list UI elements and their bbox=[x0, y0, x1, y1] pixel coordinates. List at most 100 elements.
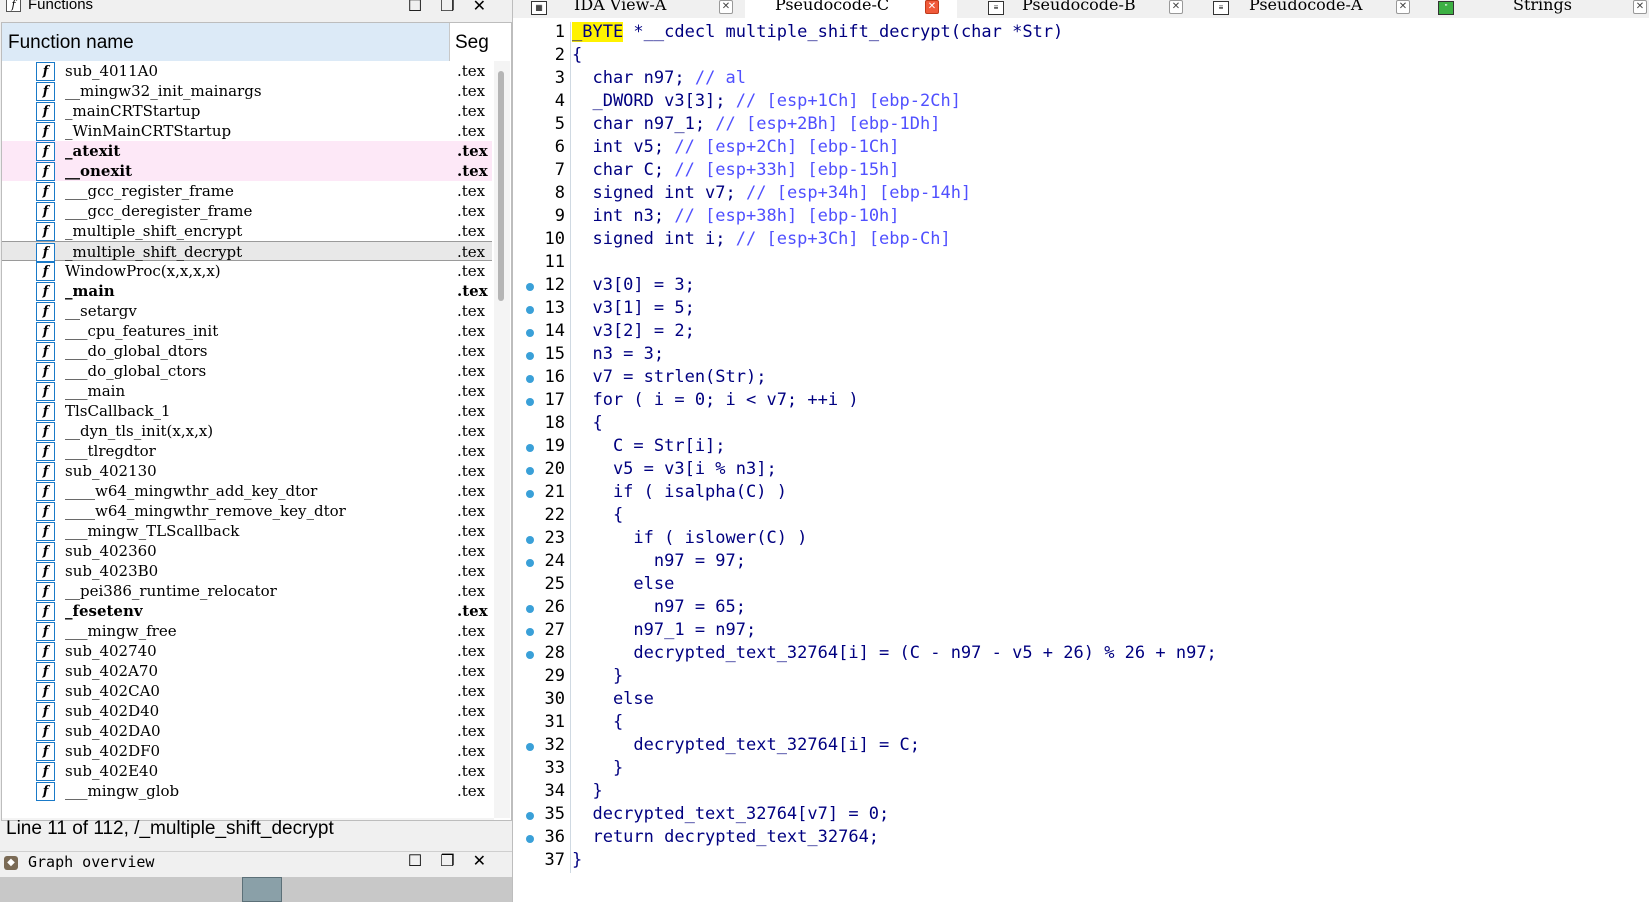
code-line[interactable]: 16 v7 = strlen(Str); bbox=[513, 367, 1649, 390]
close-icon[interactable]: ✕ bbox=[925, 0, 939, 14]
code-line[interactable]: 29 } bbox=[513, 666, 1649, 689]
function-row[interactable]: f _atexit .tex bbox=[2, 141, 492, 161]
function-row[interactable]: f ___tlregdtor .tex bbox=[2, 441, 492, 461]
code-line[interactable]: 23 if ( islower(C) ) bbox=[513, 528, 1649, 551]
function-row[interactable]: f _WinMainCRTStartup .tex bbox=[2, 121, 492, 141]
function-row[interactable]: f ___main .tex bbox=[2, 381, 492, 401]
function-row[interactable]: f ___mingw_glob .tex bbox=[2, 781, 492, 801]
graph-window-buttons[interactable]: ☐❐✕ bbox=[408, 851, 504, 871]
function-row[interactable]: f ___mingw_free .tex bbox=[2, 621, 492, 641]
code-line[interactable]: 2{ bbox=[513, 45, 1649, 68]
function-row[interactable]: f _mainCRTStartup .tex bbox=[2, 101, 492, 121]
code-line[interactable]: 11 bbox=[513, 252, 1649, 275]
code-line[interactable]: 34 } bbox=[513, 781, 1649, 804]
code-line[interactable]: 4 _DWORD v3[3]; // [esp+1Ch] [ebp-2Ch] bbox=[513, 91, 1649, 114]
code-line[interactable]: 22 { bbox=[513, 505, 1649, 528]
code-line[interactable]: 1 _BYTE *__cdecl multiple_shift_decrypt(c… bbox=[513, 22, 1649, 45]
pseudocode-editor[interactable]: 1 _BYTE *__cdecl multiple_shift_decrypt(c… bbox=[513, 22, 1649, 873]
code-line[interactable]: 17 for ( i = 0; i < v7; ++i ) bbox=[513, 390, 1649, 413]
functions-list[interactable]: Function name Seg f sub_4011A0 .tex f __ming… bbox=[1, 22, 512, 821]
graph-viewport-rect[interactable] bbox=[242, 877, 282, 902]
function-row[interactable]: f sub_402360 .tex bbox=[2, 541, 492, 561]
function-row[interactable]: f sub_402130 .tex bbox=[2, 461, 492, 481]
close-icon[interactable]: ✕ bbox=[1633, 0, 1647, 14]
column-header-segment[interactable]: Seg bbox=[455, 32, 489, 54]
function-row[interactable]: f ____w64_mingwthr_remove_key_dtor .tex bbox=[2, 501, 492, 521]
function-row[interactable]: f __pei386_runtime_relocator .tex bbox=[2, 581, 492, 601]
code-line[interactable]: 30 else bbox=[513, 689, 1649, 712]
function-row[interactable]: f ___gcc_register_frame .tex bbox=[2, 181, 492, 201]
tab-pseudocode-c[interactable]: Pseudocode-C ✕ bbox=[745, 0, 957, 18]
code-line[interactable]: 18 { bbox=[513, 413, 1649, 436]
close-icon[interactable]: ✕ bbox=[1396, 0, 1410, 14]
code-line[interactable]: 26 n97 = 65; bbox=[513, 597, 1649, 620]
code-line[interactable]: 21 if ( isalpha(C) ) bbox=[513, 482, 1649, 505]
function-row[interactable]: f _main .tex bbox=[2, 281, 492, 301]
code-line[interactable]: 10 signed int i; // [esp+3Ch] [ebp-Ch] bbox=[513, 229, 1649, 252]
code-line[interactable]: 35 decrypted_text_32764[v7] = 0; bbox=[513, 804, 1649, 827]
code-line[interactable]: 6 int v5; // [esp+2Ch] [ebp-1Ch] bbox=[513, 137, 1649, 160]
function-row[interactable]: f ___gcc_deregister_frame .tex bbox=[2, 201, 492, 221]
maximize-icon[interactable]: ☐ bbox=[408, 0, 440, 15]
function-row[interactable]: f _multiple_shift_decrypt .tex bbox=[2, 241, 492, 262]
code-line[interactable]: 19 C = Str[i]; bbox=[513, 436, 1649, 459]
code-line[interactable]: 37} bbox=[513, 850, 1649, 873]
tab-pseudocode-b[interactable]: ≡ Pseudocode-B ✕ bbox=[988, 0, 1188, 18]
function-row[interactable]: f ___mingw_TLScallback .tex bbox=[2, 521, 492, 541]
function-row[interactable]: f sub_402A70 .tex bbox=[2, 661, 492, 681]
code-line[interactable]: 14 v3[2] = 2; bbox=[513, 321, 1649, 344]
function-row[interactable]: f __setargv .tex bbox=[2, 301, 492, 321]
code-line[interactable]: 9 int n3; // [esp+38h] [ebp-10h] bbox=[513, 206, 1649, 229]
function-row[interactable]: f __mingw32_init_mainargs .tex bbox=[2, 81, 492, 101]
code-line[interactable]: 3 char n97; // al bbox=[513, 68, 1649, 91]
code-line[interactable]: 28 decrypted_text_32764[i] = (C - n97 - … bbox=[513, 643, 1649, 666]
code-line[interactable]: 32 decrypted_text_32764[i] = C; bbox=[513, 735, 1649, 758]
functions-window-buttons[interactable]: ☐❐✕ bbox=[408, 0, 504, 16]
graph-overview-canvas[interactable] bbox=[0, 877, 512, 902]
code-line[interactable]: 13 v3[1] = 5; bbox=[513, 298, 1649, 321]
tab-pseudocode-a[interactable]: ≡ Pseudocode-A ✕ bbox=[1213, 0, 1413, 18]
restore-icon[interactable]: ❐ bbox=[440, 853, 472, 870]
close-icon[interactable]: ✕ bbox=[473, 0, 504, 15]
code-line[interactable]: 33 } bbox=[513, 758, 1649, 781]
maximize-icon[interactable]: ☐ bbox=[408, 853, 440, 870]
function-row[interactable]: f TlsCallback_1 .tex bbox=[2, 401, 492, 421]
function-row[interactable]: f __onexit .tex bbox=[2, 161, 492, 181]
code-line[interactable]: 7 char C; // [esp+33h] [ebp-15h] bbox=[513, 160, 1649, 183]
function-row[interactable]: f ____w64_mingwthr_add_key_dtor .tex bbox=[2, 481, 492, 501]
function-row[interactable]: f sub_4023B0 .tex bbox=[2, 561, 492, 581]
function-row[interactable]: f sub_402E40 .tex bbox=[2, 761, 492, 781]
close-icon[interactable]: ✕ bbox=[719, 0, 733, 14]
function-row[interactable]: f sub_402DF0 .tex bbox=[2, 741, 492, 761]
code-line[interactable]: 20 v5 = v3[i % n3]; bbox=[513, 459, 1649, 482]
code-line[interactable]: 12 v3[0] = 3; bbox=[513, 275, 1649, 298]
restore-icon[interactable]: ❐ bbox=[440, 0, 472, 15]
function-row[interactable]: f sub_4011A0 .tex bbox=[2, 61, 492, 81]
code-line[interactable]: 27 n97_1 = n97; bbox=[513, 620, 1649, 643]
function-row[interactable]: f _fesetenv .tex bbox=[2, 601, 492, 621]
function-row[interactable]: f sub_402CA0 .tex bbox=[2, 681, 492, 701]
function-row[interactable]: f sub_402DA0 .tex bbox=[2, 721, 492, 741]
close-icon[interactable]: ✕ bbox=[1169, 0, 1183, 14]
scrollbar-thumb[interactable] bbox=[498, 71, 504, 301]
code-line[interactable]: 5 char n97_1; // [esp+2Bh] [ebp-1Dh] bbox=[513, 114, 1649, 137]
close-icon[interactable]: ✕ bbox=[473, 853, 504, 870]
function-row[interactable]: f ___cpu_features_init .tex bbox=[2, 321, 492, 341]
function-row[interactable]: f ___do_global_dtors .tex bbox=[2, 341, 492, 361]
function-row[interactable]: f sub_402740 .tex bbox=[2, 641, 492, 661]
function-row[interactable]: f WindowProc(x,x,x,x) .tex bbox=[2, 261, 492, 281]
code-line[interactable]: 15 n3 = 3; bbox=[513, 344, 1649, 367]
code-line[interactable]: 31 { bbox=[513, 712, 1649, 735]
function-row[interactable]: f _multiple_shift_encrypt .tex bbox=[2, 221, 492, 241]
function-row[interactable]: f __dyn_tls_init(x,x,x) .tex bbox=[2, 421, 492, 441]
function-row[interactable]: f sub_402D40 .tex bbox=[2, 701, 492, 721]
vertical-scrollbar[interactable] bbox=[494, 61, 510, 818]
column-header-function-name[interactable]: Function name bbox=[2, 23, 450, 61]
code-line[interactable]: 8 signed int v7; // [esp+34h] [ebp-14h] bbox=[513, 183, 1649, 206]
tab-ida-view-a[interactable]: ▦ IDA View-A ✕ bbox=[531, 0, 743, 18]
function-row[interactable]: f ___do_global_ctors .tex bbox=[2, 361, 492, 381]
tab-strings[interactable]: " Strings ✕ bbox=[1438, 0, 1648, 18]
code-line[interactable]: 25 else bbox=[513, 574, 1649, 597]
code-line[interactable]: 36 return decrypted_text_32764; bbox=[513, 827, 1649, 850]
code-line[interactable]: 24 n97 = 97; bbox=[513, 551, 1649, 574]
